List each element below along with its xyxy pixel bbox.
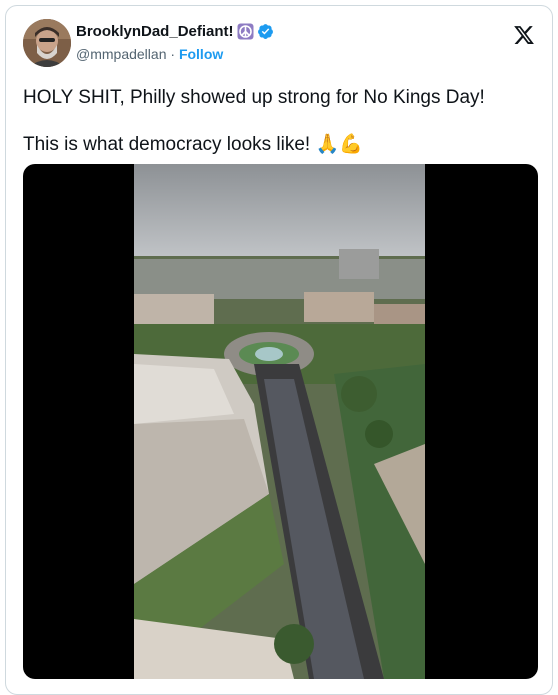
tweet-text-line-2-text: This is what democracy looks like! xyxy=(23,134,311,155)
follow-button[interactable]: Follow xyxy=(179,46,223,62)
pray-flex-emoji: 🙏💪 xyxy=(315,134,363,155)
separator-dot: · xyxy=(170,46,176,62)
video-player[interactable] xyxy=(23,164,538,679)
tweet-text-line-2: This is what democracy looks like! 🙏💪 xyxy=(23,133,363,157)
x-logo-icon[interactable] xyxy=(513,24,535,46)
video-frame[interactable] xyxy=(134,164,425,679)
verified-check-icon xyxy=(257,23,274,40)
peace-symbol-icon xyxy=(237,23,254,40)
display-name[interactable]: BrooklynDad_Defiant! xyxy=(76,23,234,40)
avatar[interactable] xyxy=(23,19,71,67)
tweet-text-line-1: HOLY SHIT, Philly showed up strong for N… xyxy=(23,87,485,108)
user-handle[interactable]: @mmpadellan xyxy=(76,46,166,62)
tweet-card[interactable]: BrooklynDad_Defiant! @mmpadellan · Follo… xyxy=(5,5,553,695)
